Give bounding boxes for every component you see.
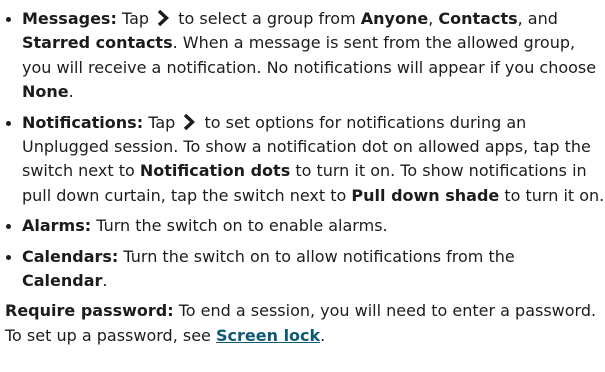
item-text: . bbox=[68, 82, 74, 102]
document-page: Messages: Tap to select a group from Any… bbox=[0, 0, 605, 372]
list-item-messages: Messages: Tap to select a group from Any… bbox=[5, 7, 605, 105]
item-text: , bbox=[428, 9, 434, 28]
list-item-calendars: Calendars: Turn the switch on to allow n… bbox=[5, 245, 605, 294]
item-text: , and bbox=[517, 9, 558, 28]
settings-list: Messages: Tap to select a group from Any… bbox=[5, 7, 605, 293]
item-label: Alarms: bbox=[22, 216, 92, 236]
bullet-dot bbox=[6, 17, 11, 22]
item-label: Messages: bbox=[22, 9, 117, 28]
bullet-dot bbox=[6, 120, 11, 126]
list-item-notifications: Notifications: Tap to set options for no… bbox=[5, 111, 605, 209]
item-label: Notifications: bbox=[22, 112, 144, 132]
require-password-paragraph: Require password: To end a session, you … bbox=[5, 299, 605, 348]
bullet-dot bbox=[6, 254, 11, 260]
option-anyone: Anyone bbox=[360, 9, 429, 28]
item-label: Calendars: bbox=[22, 246, 119, 266]
item-text: Turn the switch on to enable alarms. bbox=[96, 216, 388, 236]
chevron-right-icon bbox=[182, 113, 196, 131]
paragraph-text: . bbox=[320, 325, 326, 345]
option-none: None bbox=[22, 82, 69, 102]
option-pull-down-shade: Pull down shade bbox=[351, 185, 500, 205]
item-text: to select a group from bbox=[178, 9, 356, 28]
bullet-dot bbox=[6, 224, 11, 230]
list-item-alarms: Alarms: Turn the switch on to enable ala… bbox=[5, 214, 605, 238]
item-text: Tap bbox=[148, 112, 176, 132]
item-text: Tap bbox=[121, 9, 150, 28]
option-starred-contacts: Starred contacts bbox=[22, 33, 173, 53]
chevron-right-icon bbox=[156, 9, 170, 27]
item-text: . bbox=[102, 271, 108, 291]
screen-lock-link[interactable]: Screen lock bbox=[216, 326, 320, 345]
item-text: to turn it on. bbox=[504, 185, 605, 205]
require-password-label: Require password: bbox=[5, 301, 174, 321]
option-notification-dots: Notification dots bbox=[139, 161, 291, 181]
option-contacts: Contacts bbox=[438, 9, 518, 28]
option-calendar: Calendar bbox=[22, 271, 103, 291]
item-text: Turn the switch on to allow notification… bbox=[123, 246, 515, 266]
